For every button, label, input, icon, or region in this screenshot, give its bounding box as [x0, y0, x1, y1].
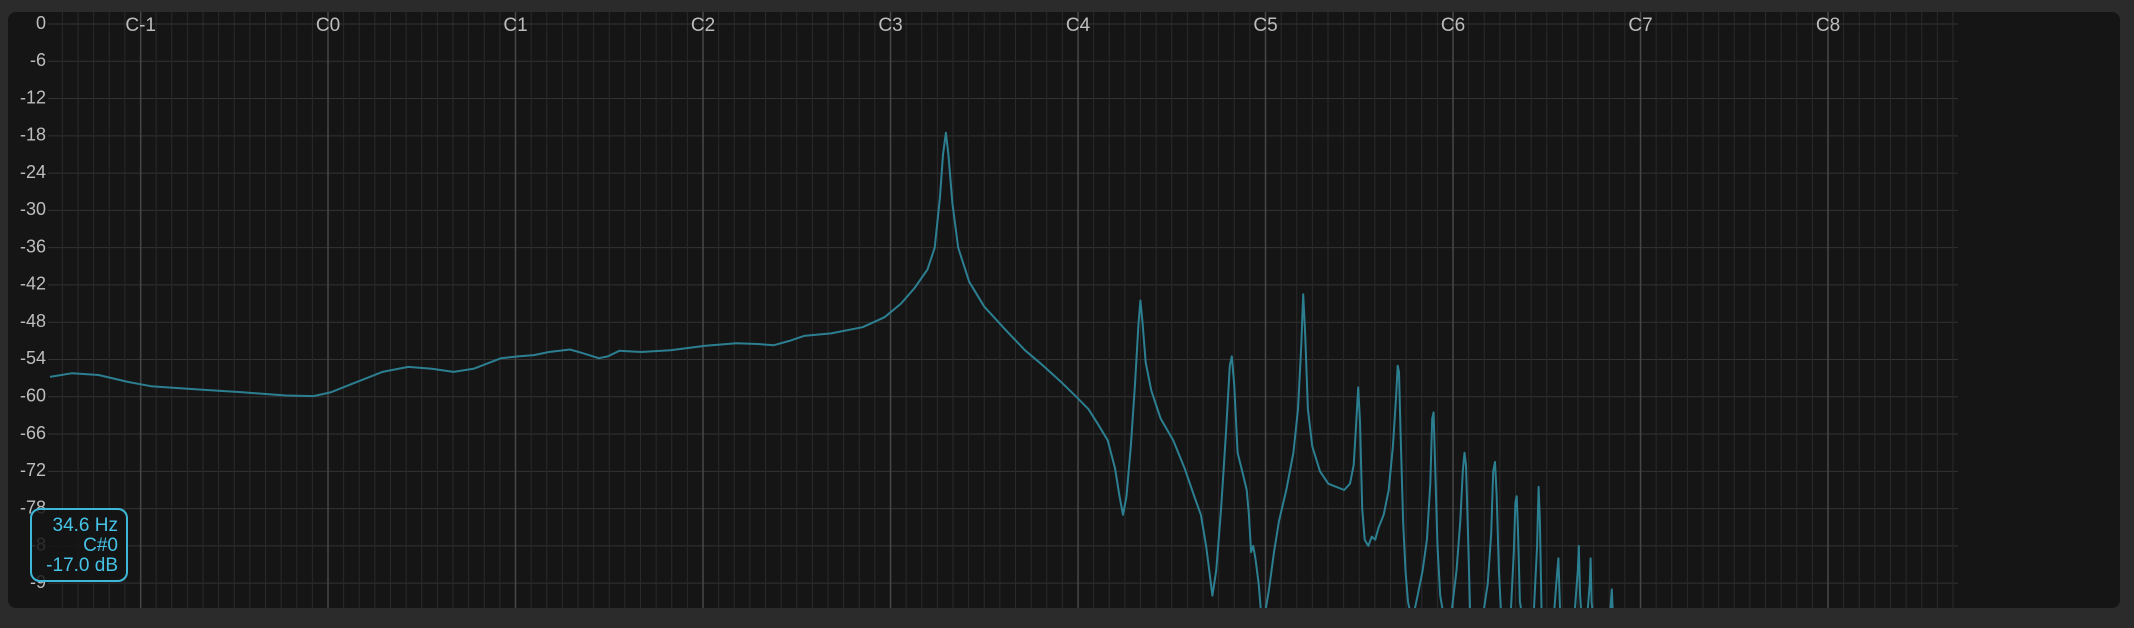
x-tick-label: C5	[1253, 15, 1277, 36]
x-axis-labels: C-1 C0 C1 C2 C3 C4 C5 C6 C7 C8	[125, 15, 1840, 36]
x-tick-label: C-1	[125, 15, 156, 36]
x-tick-label: C1	[503, 15, 527, 36]
x-tick-label: C8	[1816, 15, 1840, 36]
cursor-readout: 34.6 Hz C#0 -17.0 dB	[30, 508, 128, 582]
x-tick-label: C4	[1066, 15, 1091, 36]
readout-level: -17.0 dB	[46, 555, 118, 576]
y-tick-label: -12	[20, 87, 46, 107]
y-tick-label: -66	[20, 423, 46, 443]
x-tick-label: C0	[316, 15, 340, 36]
readout-note: C#0	[83, 535, 118, 556]
y-tick-label: -18	[20, 125, 46, 145]
y-tick-label: -54	[20, 348, 46, 368]
y-tick-label: 0	[36, 13, 46, 33]
readout-frequency: 34.6 Hz	[52, 515, 118, 536]
spectrum-analyzer-frame: 0-6-12-18-24-30-36-42-48-54-60-66-72-78-…	[0, 0, 2134, 628]
x-tick-label: C7	[1628, 15, 1652, 36]
y-tick-label: -60	[20, 386, 46, 406]
y-tick-label: -72	[20, 460, 46, 480]
x-tick-label: C3	[878, 15, 902, 36]
y-tick-label: -6	[30, 50, 46, 70]
y-tick-label: -48	[20, 311, 46, 331]
x-tick-label: C2	[691, 15, 715, 36]
y-tick-label: -30	[20, 199, 46, 219]
y-axis-labels: 0-6-12-18-24-30-36-42-48-54-60-66-72-78-…	[20, 13, 46, 592]
spectrum-line	[49, 131, 1614, 608]
spectrum-chart-svg: 0-6-12-18-24-30-36-42-48-54-60-66-72-78-…	[20, 12, 1958, 608]
minor-grid	[48, 12, 1958, 608]
spectrum-plot[interactable]: 0-6-12-18-24-30-36-42-48-54-60-66-72-78-…	[8, 12, 2120, 608]
y-tick-label: -42	[20, 274, 46, 294]
y-tick-label: -36	[20, 236, 46, 256]
y-tick-label: -24	[20, 162, 46, 182]
x-tick-label: C6	[1441, 15, 1465, 36]
